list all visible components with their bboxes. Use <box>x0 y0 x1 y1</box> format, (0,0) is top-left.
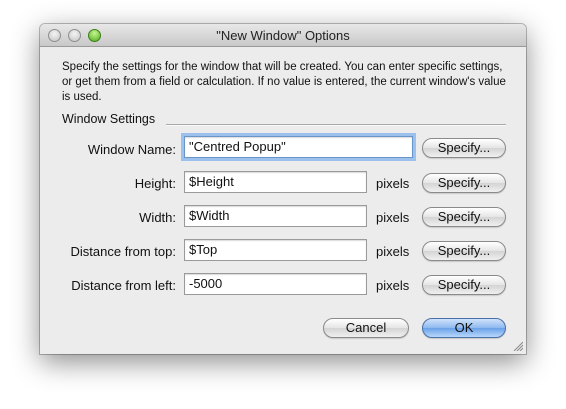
specify-window-name-button[interactable]: Specify... <box>422 138 506 158</box>
distance-top-field[interactable]: $Top <box>184 239 367 261</box>
width-units: pixels <box>376 210 410 225</box>
distance-left-field[interactable]: -5000 <box>184 273 367 295</box>
dialog-description: Specify the settings for the window that… <box>62 61 506 103</box>
width-label: Width: <box>139 210 176 225</box>
group-label: Window Settings <box>62 112 156 126</box>
ok-button[interactable]: OK <box>422 318 506 338</box>
resize-grip-icon[interactable] <box>513 341 523 351</box>
distance-left-label: Distance from left: <box>71 278 176 293</box>
window-title: "New Window" Options <box>216 28 350 43</box>
title-bar[interactable]: "New Window" Options <box>40 24 526 47</box>
cancel-button[interactable]: Cancel <box>323 318 409 338</box>
distance-top-label: Distance from top: <box>70 244 177 259</box>
distance-top-units: pixels <box>376 244 410 259</box>
specify-width-button[interactable]: Specify... <box>422 207 506 227</box>
width-field[interactable]: $Width <box>184 205 367 227</box>
group-separator <box>166 124 506 126</box>
distance-left-units: pixels <box>376 278 410 293</box>
height-field[interactable]: $Height <box>184 171 367 193</box>
specify-height-button[interactable]: Specify... <box>422 173 506 193</box>
window-name-label: Window Name: <box>87 142 176 157</box>
specify-top-button[interactable]: Specify... <box>422 241 506 261</box>
options-dialog: "New Window" Options Specify the setting… <box>40 24 526 354</box>
window-name-field[interactable]: "Centred Popup" <box>184 136 413 158</box>
specify-left-button[interactable]: Specify... <box>422 275 506 295</box>
height-units: pixels <box>376 176 410 191</box>
height-label: Height: <box>134 176 176 191</box>
